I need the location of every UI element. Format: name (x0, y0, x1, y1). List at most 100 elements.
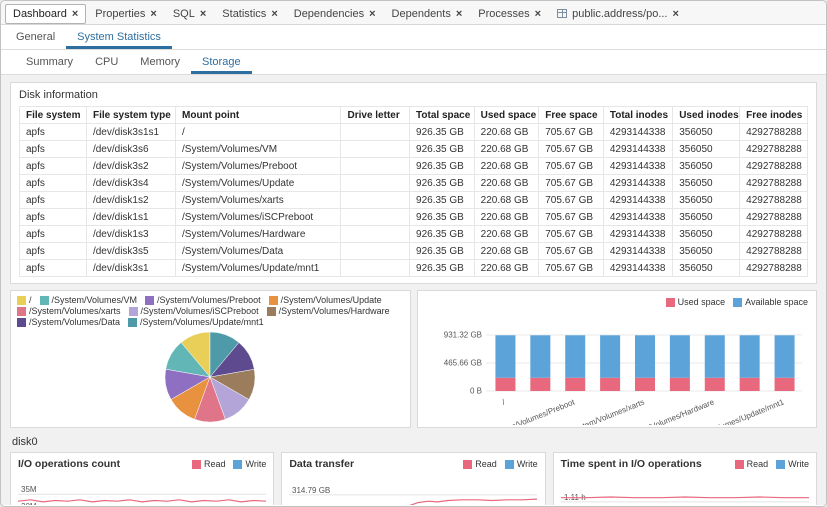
table-cell: 220.68 GB (474, 192, 539, 209)
tab-properties[interactable]: Properties× (88, 5, 164, 23)
disk-information-title: Disk information (19, 89, 808, 101)
legend-swatch (129, 307, 138, 316)
table-cell: /System/Volumes/Update/mnt1 (176, 260, 341, 277)
close-icon[interactable]: × (535, 9, 541, 19)
disk-charts-row: //System/Volumes/VM/System/Volumes/Prebo… (10, 290, 817, 428)
column-header: Used space (474, 107, 539, 124)
column-header: Used inodes (673, 107, 740, 124)
tab-dependencies[interactable]: Dependencies× (287, 5, 383, 23)
tab-dashboard[interactable]: Dashboard× (5, 4, 86, 24)
bar-available-space (600, 335, 620, 377)
table-cell: apfs (20, 243, 87, 260)
table-cell: /dev/disk3s1 (86, 260, 175, 277)
svg-text:931.32 GB: 931.32 GB (443, 331, 481, 340)
close-icon[interactable]: × (150, 9, 156, 19)
svg-text:314.79 GB: 314.79 GB (292, 486, 330, 495)
tab-statistics[interactable]: Statistics× (215, 5, 284, 23)
tab-dependents[interactable]: Dependents × (385, 5, 470, 23)
table-cell: 4293144338 (603, 192, 672, 209)
bar-available-space (704, 335, 724, 377)
legend-swatch (733, 298, 742, 307)
table-cell: apfs (20, 226, 87, 243)
table-cell: 926.35 GB (410, 175, 475, 192)
bar-used-space (635, 378, 655, 391)
legend-item: Write (233, 459, 266, 469)
window-tabbar: Dashboard×Properties×SQL×Statistics×Depe… (1, 1, 826, 25)
table-cell: 926.35 GB (410, 124, 475, 141)
metric-panel-i-o-operations-count: I/O operations countReadWrite35M30M (10, 452, 274, 505)
table-cell: 705.67 GB (539, 243, 604, 260)
legend-item: /System/Volumes/xarts (17, 306, 121, 316)
line-chart: 314.79 GB (289, 476, 537, 505)
column-header: File system (20, 107, 87, 124)
tab-label: Dependents (392, 8, 451, 20)
svg-text:0 B: 0 B (469, 387, 481, 396)
legend-swatch (267, 307, 276, 316)
tab-memory[interactable]: Memory (129, 50, 191, 74)
close-icon[interactable]: × (672, 9, 678, 19)
tab-sql[interactable]: SQL× (166, 5, 213, 23)
legend-item: Read (192, 459, 226, 469)
read-write-legend: Read Write (735, 459, 809, 469)
table-cell: 220.68 GB (474, 243, 539, 260)
table-cell: 926.35 GB (410, 141, 475, 158)
table-cell: 220.68 GB (474, 209, 539, 226)
legend-item: Write (505, 459, 538, 469)
series-line-read (561, 497, 809, 498)
column-header: File system type (86, 107, 175, 124)
tab-system-statistics[interactable]: System Statistics (66, 25, 172, 49)
table-cell: /System/Volumes/Preboot (176, 158, 341, 175)
metric-panel-time-spent-in-i-o-operations: Time spent in I/O operationsReadWrite1.1… (553, 452, 817, 505)
table-cell: 220.68 GB (474, 124, 539, 141)
legend-swatch (233, 460, 242, 469)
disk-information-panel: Disk information File systemFile system … (10, 82, 817, 284)
legend-label: Used space (678, 297, 726, 307)
legend-label: /System/Volumes/xarts (29, 306, 121, 316)
tab-summary[interactable]: Summary (15, 50, 84, 74)
table-cell (341, 124, 410, 141)
close-icon[interactable]: × (456, 9, 462, 19)
table-cell: 4292788288 (740, 192, 808, 209)
system-statistics-tabbar: SummaryCPUMemoryStorage (1, 50, 826, 75)
legend-label: Write (788, 459, 809, 469)
table-row: apfs/dev/disk3s5/System/Volumes/Data926.… (20, 243, 808, 260)
table-cell: 926.35 GB (410, 243, 475, 260)
legend-item: / (17, 295, 32, 305)
legend-label: Write (245, 459, 266, 469)
table-cell: 4293144338 (603, 158, 672, 175)
legend-swatch (145, 296, 154, 305)
bar-used-space (739, 378, 759, 391)
close-icon[interactable]: × (200, 9, 206, 19)
legend-label: / (29, 295, 32, 305)
legend-swatch (17, 296, 26, 305)
table-cell: apfs (20, 260, 87, 277)
metric-panel-header: Time spent in I/O operationsReadWrite (561, 458, 809, 470)
legend-swatch (192, 460, 201, 469)
table-cell: /dev/disk1s3 (86, 226, 175, 243)
legend-item: /System/Volumes/VM (40, 295, 138, 305)
table-cell (341, 141, 410, 158)
close-icon[interactable]: × (369, 9, 375, 19)
table-cell: 4292788288 (740, 141, 808, 158)
table-row: apfs/dev/disk3s6/System/Volumes/VM926.35… (20, 141, 808, 158)
table-cell: 356050 (673, 226, 740, 243)
svg-text:30M: 30M (21, 502, 37, 505)
table-row: apfs/dev/disk1s3/System/Volumes/Hardware… (20, 226, 808, 243)
tab-processes[interactable]: Processes× (471, 5, 548, 23)
table-cell: 926.35 GB (410, 260, 475, 277)
table-cell: apfs (20, 175, 87, 192)
close-icon[interactable]: × (72, 9, 78, 19)
tab-storage[interactable]: Storage (191, 50, 252, 74)
tab-cpu[interactable]: CPU (84, 50, 129, 74)
legend-item: Read (735, 459, 769, 469)
table-cell: 4292788288 (740, 260, 808, 277)
metric-panel-header: Data transferReadWrite (289, 458, 537, 470)
series-line-read (289, 499, 537, 505)
svg-text:465.66 GB: 465.66 GB (443, 359, 481, 368)
legend-item: Used space (666, 297, 726, 307)
tab-general[interactable]: General (5, 25, 66, 49)
tab-public-address-po[interactable]: public.address/po...× (550, 5, 686, 23)
close-icon[interactable]: × (271, 9, 277, 19)
table-cell: 926.35 GB (410, 209, 475, 226)
dashboard-tabbar: GeneralSystem Statistics (1, 25, 826, 50)
